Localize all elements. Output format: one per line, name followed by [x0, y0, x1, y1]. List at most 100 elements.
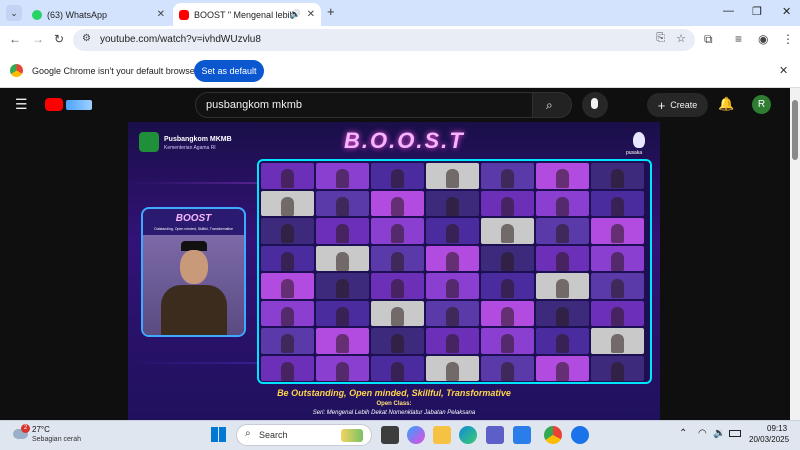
participant-silhouette: [446, 224, 459, 243]
search-button[interactable]: ⌕: [532, 92, 572, 118]
create-button[interactable]: + Create: [647, 93, 708, 117]
video-player[interactable]: Pusbangkom MKMB Kementerian Agama RI B.O…: [128, 122, 660, 420]
store-icon[interactable]: [513, 426, 531, 444]
notifications-bell-icon[interactable]: 🔔: [718, 96, 734, 112]
taskbar-search-input[interactable]: ⌕ Search: [236, 424, 372, 446]
restore-button[interactable]: ❐: [752, 5, 762, 18]
participant-tile: [426, 328, 479, 354]
avatar[interactable]: R: [752, 95, 771, 114]
chevron-up-icon[interactable]: ⌃: [679, 428, 687, 439]
reload-icon[interactable]: ↻: [54, 32, 64, 46]
participant-silhouette: [391, 169, 404, 188]
tab-whatsapp[interactable]: (63) WhatsApp ✕: [26, 3, 171, 26]
participant-silhouette: [611, 306, 624, 326]
participant-silhouette: [446, 251, 459, 271]
youtube-logo[interactable]: [45, 98, 93, 112]
clock-time[interactable]: 09:13: [767, 424, 787, 433]
participant-silhouette: [391, 196, 404, 216]
participant-tile: [536, 355, 589, 381]
extensions-icon[interactable]: ⧉: [704, 32, 713, 47]
participant-silhouette: [501, 306, 514, 326]
minimize-button[interactable]: —: [723, 5, 734, 17]
bookmark-star-icon[interactable]: ☆: [676, 32, 686, 45]
window-close-button[interactable]: ✕: [782, 5, 791, 18]
participant-tile: [536, 300, 589, 326]
profile-icon[interactable]: ◉: [758, 32, 768, 46]
speaker-icon[interactable]: 🔊: [290, 9, 301, 20]
temperature: 27°C: [32, 425, 50, 434]
participant-silhouette: [446, 279, 459, 298]
participant-silhouette: [336, 196, 349, 216]
install-icon[interactable]: ⎘: [656, 32, 665, 45]
participant-tile: [371, 273, 424, 299]
tab-search-button[interactable]: ⌄: [6, 5, 22, 21]
participant-silhouette: [336, 306, 349, 326]
participant-tile: [316, 245, 369, 271]
close-icon[interactable]: ✕: [307, 9, 315, 20]
edge-icon[interactable]: [459, 426, 477, 444]
participant-silhouette: [556, 334, 569, 353]
battery-icon[interactable]: [729, 430, 741, 437]
close-icon[interactable]: ✕: [157, 9, 165, 20]
chrome-taskbar-icon[interactable]: [544, 426, 562, 444]
participant-tile: [371, 163, 424, 189]
wifi-icon[interactable]: ◠: [698, 428, 707, 439]
search-icon: ⌕: [546, 98, 553, 112]
voice-search-button[interactable]: [582, 92, 608, 118]
forward-arrow-icon[interactable]: →: [32, 32, 44, 46]
address-bar[interactable]: ⚙ youtube.com/watch?v=ivhdWUzvlu8 ⎘ ☆: [73, 29, 695, 51]
back-arrow-icon[interactable]: ←: [9, 32, 21, 46]
participant-silhouette: [501, 334, 514, 353]
participant-tile: [591, 273, 644, 299]
participant-tile: [426, 273, 479, 299]
participant-tile: [316, 355, 369, 381]
pusaka-label: pusaka: [626, 150, 643, 156]
new-tab-button[interactable]: +: [327, 4, 335, 19]
weather-widget[interactable]: 2 27°C Sebagian cerah: [6, 422, 116, 448]
task-view-icon[interactable]: [381, 426, 399, 444]
participant-silhouette: [336, 279, 349, 298]
participant-tile: [536, 328, 589, 354]
participant-silhouette: [391, 306, 404, 326]
youtube-search-input[interactable]: pusbangkom mkmb: [195, 92, 533, 118]
participant-tile: [426, 218, 479, 244]
participant-tile: [481, 245, 534, 271]
participant-tile: [261, 190, 314, 216]
participant-tile: [316, 163, 369, 189]
participant-tile: [591, 328, 644, 354]
app-icon[interactable]: [571, 426, 589, 444]
tab-youtube[interactable]: BOOST " Mengenal lebih d 🔊 ✕: [173, 3, 321, 26]
youtube-wordmark-icon: [66, 100, 92, 110]
participant-tile: [371, 218, 424, 244]
participant-tile: [481, 163, 534, 189]
browser-toolbar: ← → ↻ ⚙ youtube.com/watch?v=ivhdWUzvlu8 …: [0, 26, 800, 54]
participant-silhouette: [281, 279, 294, 298]
windows-start-icon[interactable]: [211, 427, 226, 442]
participant-silhouette: [391, 334, 404, 353]
scrollbar-thumb[interactable]: [792, 100, 798, 160]
media-control-icon[interactable]: ≡: [735, 32, 742, 46]
participant-silhouette: [501, 196, 514, 216]
speaker-video: [143, 235, 244, 335]
close-icon[interactable]: ✕: [779, 64, 788, 77]
menu-dots-icon[interactable]: ⋮: [782, 32, 794, 46]
volume-icon[interactable]: 🔉: [713, 428, 725, 439]
participant-silhouette: [611, 169, 624, 188]
copilot-icon[interactable]: [407, 426, 425, 444]
participant-tile: [426, 300, 479, 326]
teams-icon[interactable]: [486, 426, 504, 444]
default-browser-infobar: Google Chrome isn't your default browser…: [0, 54, 800, 88]
site-info-icon[interactable]: ⚙: [82, 33, 91, 44]
pusaka-logo-icon: [633, 132, 645, 148]
speaker-body: [161, 285, 227, 335]
participant-silhouette: [556, 361, 569, 381]
plus-icon: +: [657, 97, 666, 113]
participant-silhouette: [281, 224, 294, 243]
hamburger-menu-icon[interactable]: ☰: [15, 96, 28, 113]
participant-tile: [261, 245, 314, 271]
clock-date[interactable]: 20/03/2025: [749, 435, 789, 444]
participant-silhouette: [556, 196, 569, 216]
file-explorer-icon[interactable]: [433, 426, 451, 444]
set-default-button[interactable]: Set as default: [194, 60, 264, 82]
participant-tile: [371, 190, 424, 216]
